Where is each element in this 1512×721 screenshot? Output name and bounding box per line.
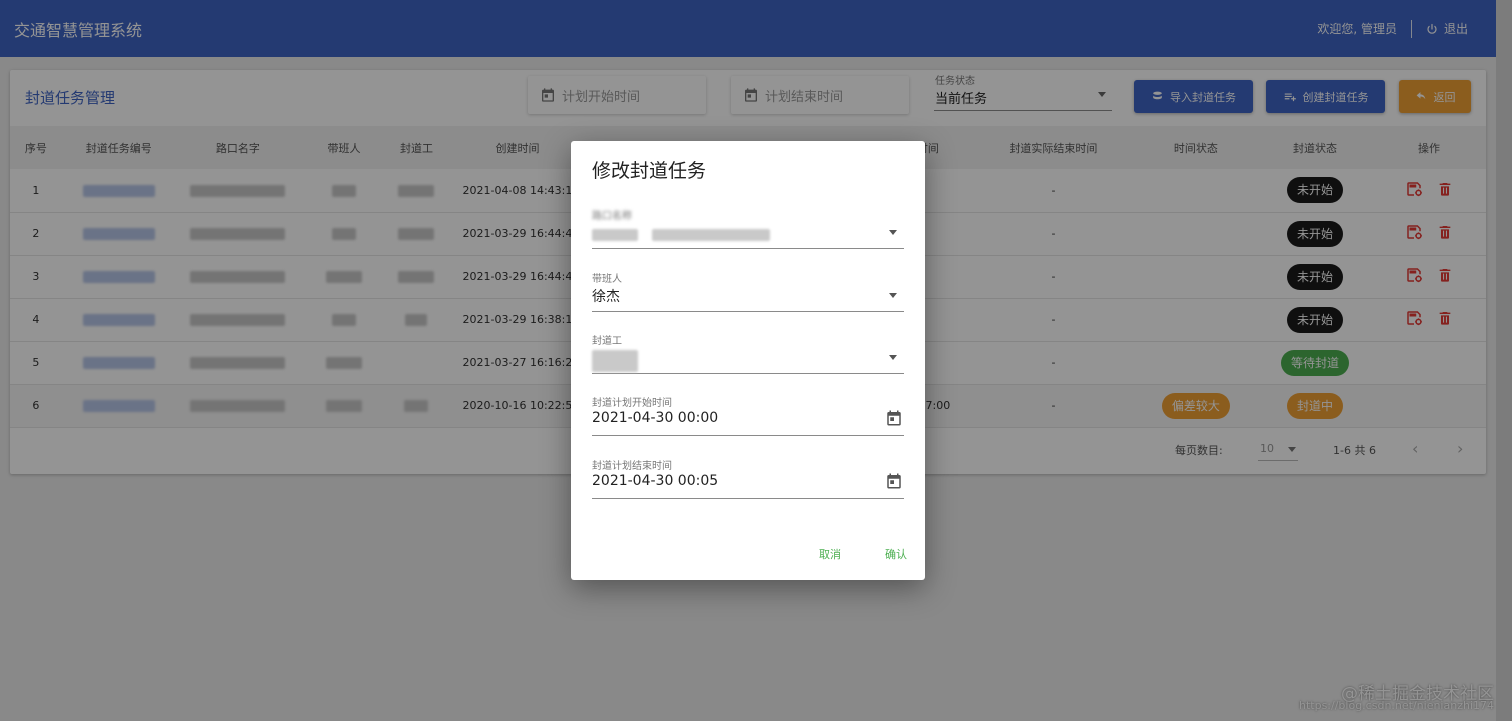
calendar-icon[interactable] <box>885 472 903 494</box>
plan-start-time-value: 2021-04-30 00:00 <box>592 410 719 426</box>
edit-task-dialog: 修改封道任务 路口名称 带班人 徐杰 封道工 封道计划开始时间 2021-04-… <box>571 141 925 580</box>
dropdown-arrow-icon <box>889 355 897 360</box>
dialog-title: 修改封道任务 <box>592 160 707 182</box>
intersection-label: 路口名称 <box>592 211 632 222</box>
cancel-button[interactable]: 取消 <box>817 542 843 566</box>
leader-value: 徐杰 <box>592 289 620 305</box>
worker-label: 封道工 <box>592 336 622 347</box>
leader-label: 带班人 <box>592 274 622 285</box>
plan-start-time-label: 封道计划开始时间 <box>592 398 672 409</box>
worker-select[interactable]: 封道工 <box>592 332 904 374</box>
intersection-select[interactable]: 路口名称 <box>592 207 904 249</box>
worker-value-redacted <box>592 350 638 372</box>
plan-end-time-value: 2021-04-30 00:05 <box>592 473 719 489</box>
dropdown-arrow-icon <box>889 293 897 298</box>
dropdown-arrow-icon <box>889 230 897 235</box>
plan-end-time-label: 封道计划结束时间 <box>592 461 672 472</box>
leader-select[interactable]: 带班人 徐杰 <box>592 270 904 312</box>
dialog-actions: 取消 确认 <box>817 542 909 566</box>
confirm-button[interactable]: 确认 <box>883 542 909 566</box>
intersection-value-redacted <box>592 227 771 243</box>
calendar-icon[interactable] <box>885 409 903 431</box>
plan-start-time-field[interactable]: 封道计划开始时间 2021-04-30 00:00 <box>592 394 904 436</box>
plan-end-time-field[interactable]: 封道计划结束时间 2021-04-30 00:05 <box>592 457 904 499</box>
